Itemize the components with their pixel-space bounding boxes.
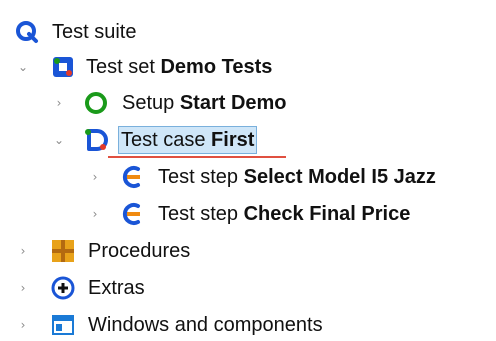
plus-circle-icon xyxy=(51,276,75,300)
tree-node-test-step-1[interactable]: › Test step Select Model I5 Jazz xyxy=(0,162,496,192)
tree-node-setup[interactable]: › Setup Start Demo xyxy=(0,88,496,118)
test-set-prefix: Test set xyxy=(86,56,155,78)
test-suite-label: Test suite xyxy=(52,21,137,43)
chevron-right-icon[interactable]: › xyxy=(88,170,102,184)
test-set-label: Test set Demo Tests xyxy=(86,54,272,80)
test-step-2-prefix: Test step xyxy=(158,203,239,225)
tree-node-test-set[interactable]: ⌄ Test set Demo Tests xyxy=(0,52,496,82)
tree-node-test-case[interactable]: ⌄ Test case First xyxy=(0,125,496,155)
test-set-icon xyxy=(53,57,73,77)
chevron-right-icon[interactable]: › xyxy=(52,96,66,110)
chevron-right-icon[interactable]: › xyxy=(88,207,102,221)
test-step-2-name: Check Final Price xyxy=(243,203,411,225)
setup-prefix: Setup xyxy=(122,92,175,114)
tree-node-test-suite[interactable]: Test suite xyxy=(0,17,496,47)
setup-name: Start Demo xyxy=(179,92,287,114)
test-suite-icon xyxy=(16,21,38,43)
procedures-label: Procedures xyxy=(88,240,191,262)
test-step-1-name: Select Model I5 Jazz xyxy=(243,166,436,188)
tree-node-extras[interactable]: › Extras xyxy=(0,273,496,303)
test-case-prefix: Test case xyxy=(121,129,206,151)
drop-indicator-line xyxy=(108,156,286,158)
procedures-icon xyxy=(52,240,74,262)
tree-node-procedures[interactable]: › Procedures xyxy=(0,236,496,266)
test-step-1-prefix: Test step xyxy=(158,166,239,188)
test-set-name: Demo Tests xyxy=(160,56,273,78)
test-case-name: First xyxy=(211,129,255,151)
window-icon xyxy=(52,315,74,335)
chevron-right-icon[interactable]: › xyxy=(16,281,30,295)
test-step-icon xyxy=(122,166,140,188)
test-step-icon xyxy=(122,203,140,225)
tree-node-test-step-2[interactable]: › Test step Check Final Price xyxy=(0,199,496,229)
test-case-label[interactable]: Test case First xyxy=(118,126,258,154)
extras-label: Extras xyxy=(88,277,145,299)
test-tree: Test suite ⌄ Test set Demo Tests › Setup… xyxy=(0,0,496,341)
tree-node-windows[interactable]: › Windows and components xyxy=(0,310,496,340)
chevron-down-icon[interactable]: ⌄ xyxy=(16,60,30,74)
setup-icon xyxy=(85,92,107,114)
test-step-1-label: Test step Select Model I5 Jazz xyxy=(158,164,436,190)
test-case-icon xyxy=(85,129,108,151)
chevron-right-icon[interactable]: › xyxy=(16,244,30,258)
chevron-right-icon[interactable]: › xyxy=(16,318,30,332)
chevron-down-icon[interactable]: ⌄ xyxy=(52,133,66,147)
windows-label: Windows and components xyxy=(88,314,323,336)
test-step-2-label: Test step Check Final Price xyxy=(158,201,410,227)
setup-label: Setup Start Demo xyxy=(122,90,287,116)
